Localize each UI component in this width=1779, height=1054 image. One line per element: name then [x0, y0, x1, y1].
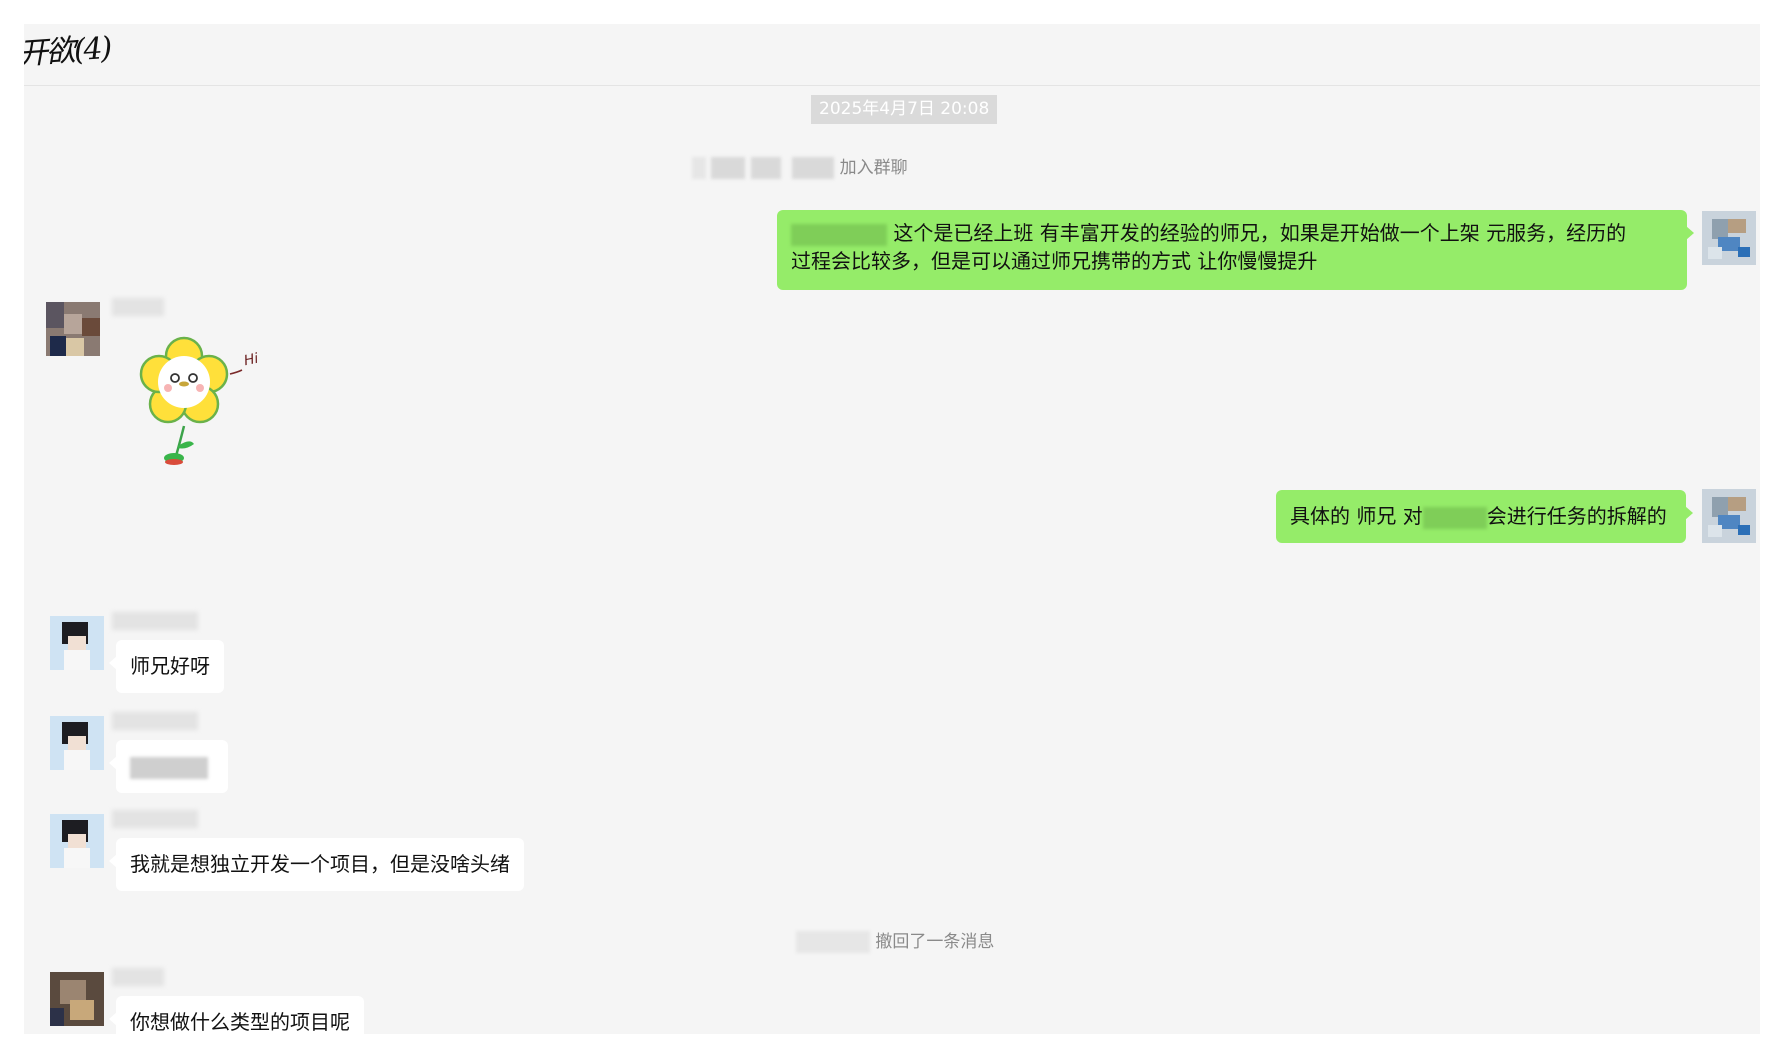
sticker-hi-text: Hi	[242, 350, 260, 370]
message-text: 师兄好呀	[130, 654, 210, 678]
my-avatar[interactable]	[1702, 211, 1756, 265]
message-text: 具体的 师兄 对	[1290, 504, 1423, 528]
system-recall-text: 撤回了一条消息	[875, 932, 995, 952]
chat-panel: 开欲(4) 2025年4月7日 20:08 加入群聊 这个是已经上班 有丰富开发…	[24, 24, 1760, 1034]
member-avatar[interactable]	[50, 972, 104, 1026]
system-join-text: 加入群聊	[839, 158, 908, 178]
member-nickname	[112, 810, 198, 828]
member-nickname	[112, 612, 198, 630]
message-bubble-other[interactable]	[109, 740, 228, 793]
member-avatar[interactable]	[50, 716, 104, 770]
message-bubble-mine[interactable]: 具体的 师兄 对 会进行任务的拆解的	[1276, 490, 1693, 543]
mention-tag	[1422, 506, 1487, 529]
my-avatar[interactable]	[1702, 489, 1756, 543]
member-avatar[interactable]	[50, 616, 104, 670]
flower-hi-sticker[interactable]: Hi	[134, 334, 284, 484]
chat-title: 开欲(4)	[24, 30, 112, 73]
mention-tag	[791, 223, 887, 246]
message-bubble-other[interactable]: 师兄好呀	[109, 640, 224, 693]
system-recall-notice: 撤回了一条消息	[796, 928, 994, 956]
message-text: 你想做什么类型的项目呢	[130, 1010, 350, 1034]
member-nickname	[112, 298, 164, 316]
message-text: 过程会比较多，但是可以通过师兄携带的方式 让你慢慢提升	[791, 249, 1318, 273]
message-text: 会进行任务的拆解的	[1486, 504, 1667, 528]
message-bubble-other[interactable]: 我就是想独立开发一个项目，但是没啥头绪	[109, 838, 524, 891]
message-text: 这个是已经上班 有丰富开发的经验的师兄，如果是开始做一个上架 元服务，经历的	[893, 221, 1627, 245]
hidden-message-content	[130, 756, 208, 779]
flower-sticker-icon	[139, 336, 243, 465]
member-avatar[interactable]	[50, 814, 104, 868]
message-timestamp: 2025年4月7日 20:08	[811, 95, 998, 124]
member-nickname	[112, 968, 164, 986]
message-bubble-other[interactable]: 你想做什么类型的项目呢	[109, 996, 364, 1034]
system-join-notice: 加入群聊	[692, 154, 908, 182]
message-bubble-mine[interactable]: 这个是已经上班 有丰富开发的经验的师兄，如果是开始做一个上架 元服务，经历的 过…	[777, 210, 1694, 290]
chat-header: 开欲(4)	[24, 24, 1760, 86]
member-avatar[interactable]	[46, 302, 100, 356]
member-nickname	[112, 712, 198, 730]
message-text: 我就是想独立开发一个项目，但是没啥头绪	[130, 852, 510, 876]
